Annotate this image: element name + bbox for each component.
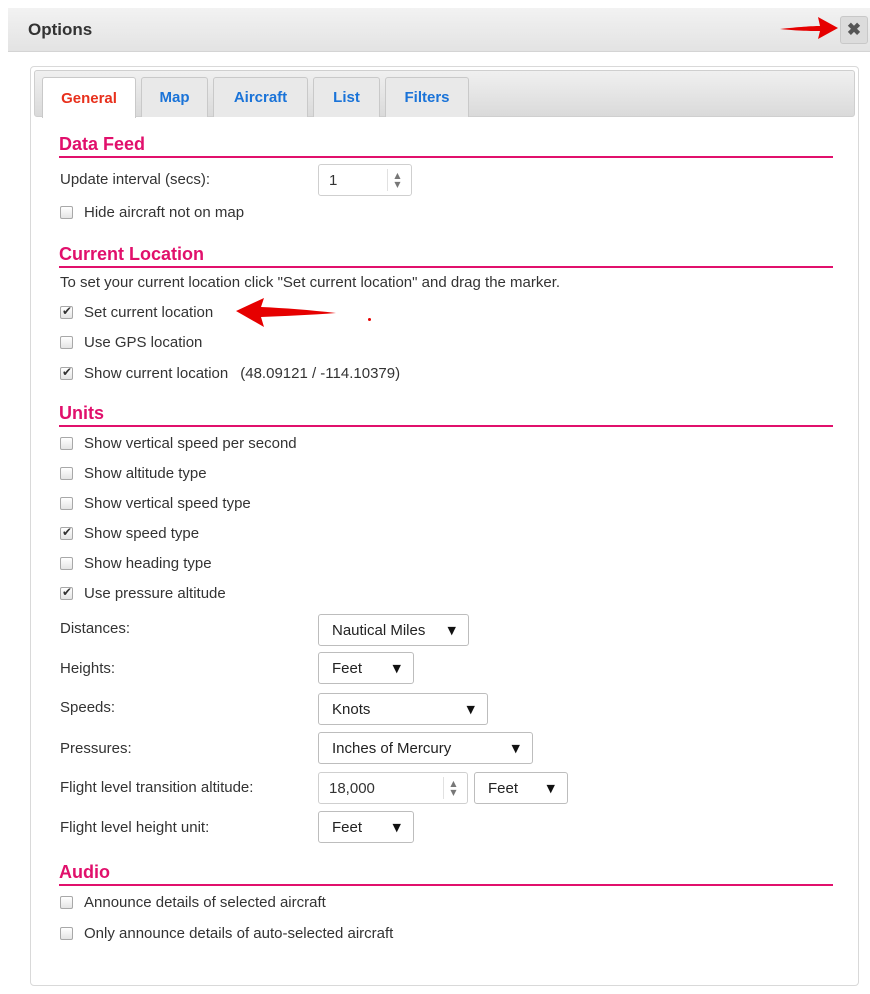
heading-type-checkbox[interactable] [60,557,73,570]
location-coordinates: (48.09121 / -114.10379) [240,365,401,382]
tab-label: Filters [404,89,450,106]
checkbox-label: Show altitude type [84,465,207,482]
units-checkbox-row[interactable]: Show vertical speed per second [60,435,297,452]
fl-transition-unit-value: Feet [488,779,519,797]
tab-map[interactable]: Map [141,77,208,117]
altitude-type-checkbox[interactable] [60,467,73,480]
update-interval-label: Update interval (secs): [60,171,211,188]
tab-list[interactable]: List [313,77,380,117]
update-interval-value: 1 [329,171,338,189]
speeds-label: Speeds: [60,699,116,716]
options-panel: General Map Aircraft List Filters Data F… [30,66,859,986]
show-location-row[interactable]: Show current location (48.09121 / -114.1… [60,365,400,382]
hide-aircraft-row[interactable]: Hide aircraft not on map [60,204,244,221]
annotation-arrow-set-location [236,298,336,327]
checkbox-label: Show heading type [84,555,212,572]
pressure-altitude-checkbox[interactable] [60,585,73,600]
show-location-checkbox[interactable] [60,365,73,380]
units-checkbox-row[interactable]: Use pressure altitude [60,585,226,602]
dialog-title: Options [28,20,93,39]
speeds-value: Knots [332,700,371,718]
pressures-select[interactable]: Inches of Mercury ▼ [318,732,533,764]
pressures-value: Inches of Mercury [332,739,452,757]
fl-transition-input[interactable]: 18,000 ▲ ▼ [318,772,468,804]
announce-auto-selected-checkbox[interactable] [60,927,73,940]
fl-height-unit-value: Feet [332,818,363,836]
units-checkbox-row[interactable]: Show speed type [60,525,199,542]
fl-height-unit-select[interactable]: Feet ▼ [318,811,414,843]
close-icon: ✖ [846,20,862,39]
checkbox-label: Show vertical speed type [84,495,251,512]
vertical-speed-type-checkbox[interactable] [60,497,73,510]
location-instructions: To set your current location click "Set … [60,274,561,291]
section-heading-data-feed: Data Feed [59,134,833,158]
fl-height-unit-label: Flight level height unit: [60,819,210,836]
fl-transition-label: Flight level transition altitude: [60,779,254,796]
spinner-icon[interactable]: ▲ ▼ [443,777,463,799]
units-checkbox-row[interactable]: Show vertical speed type [60,495,251,512]
units-checkbox-row[interactable]: Show altitude type [60,465,207,482]
checkbox-label: Show vertical speed per second [84,435,297,452]
tab-label: Map [159,89,190,106]
section-heading-current-location: Current Location [59,244,833,268]
section-heading-audio: Audio [59,862,833,886]
checkbox-label: Only announce details of auto-selected a… [84,925,394,942]
hide-aircraft-checkbox[interactable] [60,206,73,219]
heights-label: Heights: [60,660,116,677]
triangle-down-icon: ▼ [511,742,520,755]
distances-label: Distances: [60,620,131,637]
distances-select[interactable]: Nautical Miles ▼ [318,614,469,646]
close-button[interactable]: ✖ [840,16,868,44]
tab-aircraft[interactable]: Aircraft [213,77,308,117]
tab-label: General [61,89,117,107]
update-interval-input[interactable]: 1 ▲ ▼ [318,164,412,196]
vertical-speed-per-second-checkbox[interactable] [60,437,73,450]
annotation-arrow-close [780,17,838,39]
spinner-icon[interactable]: ▲ ▼ [387,169,407,191]
tab-general[interactable]: General [42,77,136,118]
checkbox-label: Use pressure altitude [84,585,226,602]
heights-select[interactable]: Feet ▼ [318,652,414,684]
pressures-label: Pressures: [60,740,132,757]
audio-checkbox-row[interactable]: Only announce details of auto-selected a… [60,925,393,942]
units-checkbox-row[interactable]: Show heading type [60,555,212,572]
set-location-label: Set current location [84,304,214,321]
checkbox-label: Show speed type [84,525,200,542]
dialog-titlebar: Options ✖ [8,8,870,52]
triangle-down-icon: ▼ [447,624,456,637]
section-heading-units: Units [59,403,833,427]
announce-selected-checkbox[interactable] [60,896,73,909]
use-gps-label: Use GPS location [84,334,203,351]
distances-value: Nautical Miles [332,621,426,639]
set-location-checkbox[interactable] [60,304,73,319]
speeds-select[interactable]: Knots ▼ [318,693,488,725]
fl-transition-value: 18,000 [329,779,375,797]
show-location-label: Show current location [84,365,229,382]
use-gps-checkbox[interactable] [60,336,73,349]
tab-label: List [333,89,360,106]
tab-bar: General Map Aircraft List Filters [34,70,855,118]
heights-value: Feet [332,659,363,677]
tab-filters[interactable]: Filters [385,77,469,117]
annotation-dot [368,318,371,321]
hide-aircraft-label: Hide aircraft not on map [84,204,245,221]
audio-checkbox-row[interactable]: Announce details of selected aircraft [60,894,326,911]
speed-type-checkbox[interactable] [60,525,73,540]
fl-transition-unit-select[interactable]: Feet ▼ [474,772,568,804]
use-gps-row[interactable]: Use GPS location [60,334,202,351]
set-location-row[interactable]: Set current location [60,304,213,321]
triangle-down-icon: ▼ [392,662,401,675]
triangle-down-icon: ▼ [546,782,555,795]
triangle-down-icon: ▼ [392,821,401,834]
tab-label: Aircraft [233,89,288,106]
checkbox-label: Announce details of selected aircraft [84,894,326,911]
triangle-down-icon: ▼ [466,703,475,716]
